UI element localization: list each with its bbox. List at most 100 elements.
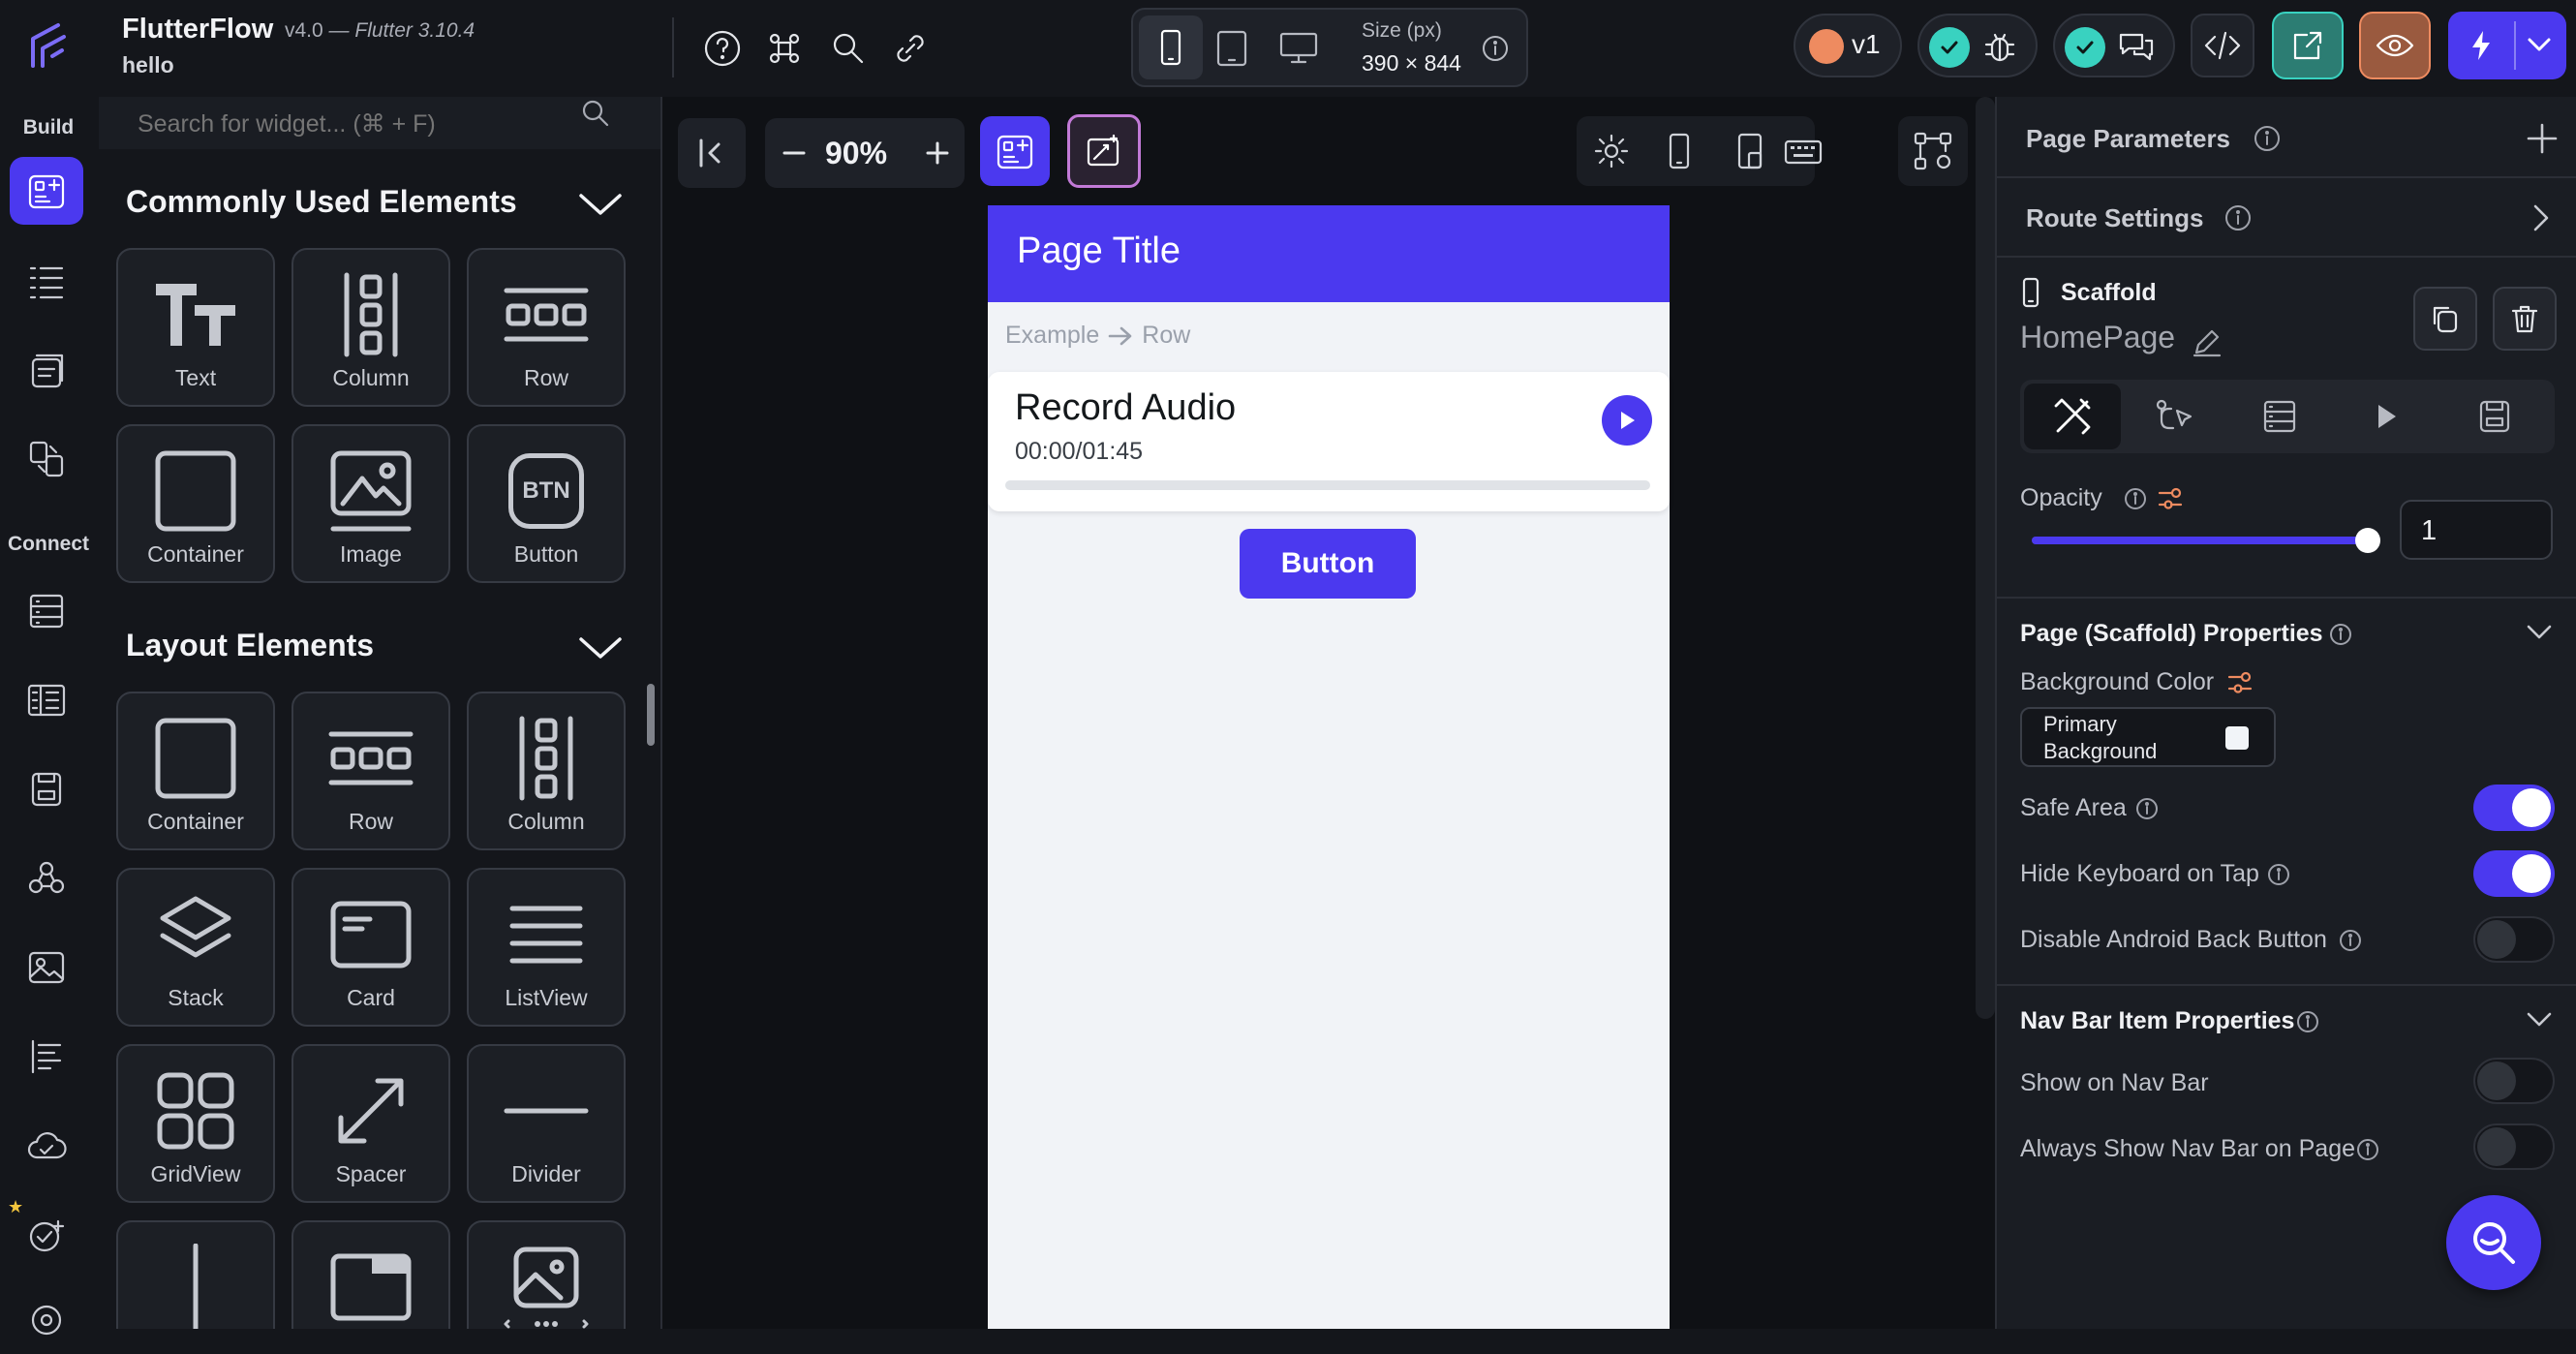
hide-keyboard-toggle[interactable]	[2473, 850, 2555, 897]
widget-tile-button[interactable]: BTN Button	[467, 424, 626, 583]
theme-icon[interactable]	[10, 1023, 83, 1091]
opacity-slider-thumb[interactable]	[2355, 528, 2380, 553]
settings-icon[interactable]	[10, 1286, 83, 1354]
info-icon[interactable]	[2295, 1009, 2320, 1034]
tab-actions[interactable]	[2154, 397, 2196, 438]
widget-tile-column[interactable]: Column	[467, 692, 626, 850]
play-button[interactable]	[1602, 395, 1652, 446]
widget-tile-row[interactable]: Row	[467, 248, 626, 407]
custom-files-icon[interactable]	[10, 755, 83, 823]
code-view-button[interactable]	[2191, 14, 2254, 77]
widget-tile-divider[interactable]: Divider	[467, 1044, 626, 1203]
tab-properties[interactable]	[2024, 384, 2121, 449]
version-button[interactable]: v1	[1794, 14, 1902, 77]
panel-scrollbar[interactable]	[647, 684, 655, 746]
audio-progress-bar[interactable]	[1005, 480, 1650, 490]
always-show-nav-toggle[interactable]	[2473, 1123, 2555, 1170]
info-icon[interactable]	[2123, 486, 2148, 511]
info-icon[interactable]	[2266, 862, 2291, 887]
chevron-down-icon[interactable]	[2526, 35, 2553, 54]
show-nav-toggle[interactable]	[2473, 1058, 2555, 1104]
integrations-icon[interactable]	[10, 845, 83, 912]
keyboard-icon[interactable]	[1784, 138, 1823, 167]
testing-icon[interactable]: ★	[8, 1197, 83, 1269]
widget-name[interactable]: HomePage	[2020, 320, 2175, 355]
widget-tile-carousel[interactable]	[467, 1220, 626, 1329]
app-state-icon[interactable]	[10, 666, 83, 734]
phone-preview-icon[interactable]	[1666, 132, 1693, 170]
audio-player-card[interactable]: Record Audio 00:00/01:45	[988, 372, 1670, 511]
tablet-device-button[interactable]	[1214, 29, 1249, 68]
open-external-button[interactable]	[2272, 12, 2344, 79]
desktop-device-button[interactable]	[1278, 31, 1319, 66]
info-icon[interactable]	[2355, 1137, 2380, 1162]
widget-tile-column[interactable]: Column	[291, 248, 450, 407]
info-icon[interactable]	[2134, 796, 2160, 821]
search-icon[interactable]	[829, 29, 868, 68]
zoom-in-icon[interactable]	[922, 138, 953, 169]
nav-bar-properties-title[interactable]: Nav Bar Item Properties	[2020, 1007, 2294, 1035]
debug-status-button[interactable]	[1917, 14, 2038, 77]
info-icon[interactable]	[2223, 203, 2253, 232]
zoom-out-icon[interactable]	[779, 138, 810, 169]
command-icon[interactable]	[765, 29, 804, 68]
add-widget-button[interactable]	[980, 116, 1050, 186]
add-icon[interactable]	[2526, 122, 2559, 155]
cloud-functions-icon[interactable]	[10, 1112, 83, 1180]
device-frame-icon[interactable]	[1735, 132, 1766, 170]
chevron-down-icon[interactable]	[577, 188, 624, 221]
tab-animations[interactable]	[2371, 399, 2402, 434]
widget-tile-container[interactable]: Container	[116, 692, 275, 850]
widget-tile-tabbar[interactable]	[291, 1220, 450, 1329]
widget-search-input[interactable]	[136, 99, 556, 149]
widget-tile-card[interactable]: Card	[291, 868, 450, 1027]
widget-tree-icon[interactable]	[10, 248, 83, 316]
page-parameters-title[interactable]: Page Parameters	[2026, 124, 2230, 154]
scaffold-properties-title[interactable]: Page (Scaffold) Properties	[2020, 620, 2323, 648]
comments-status-button[interactable]	[2053, 14, 2175, 77]
widget-tile-image[interactable]: Image	[291, 424, 450, 583]
zoom-level[interactable]: 90%	[825, 136, 887, 171]
storyboard-icon[interactable]	[10, 337, 83, 405]
light-mode-icon[interactable]	[1594, 134, 1629, 169]
chevron-down-icon[interactable]	[2524, 620, 2555, 645]
link-icon[interactable]	[889, 29, 932, 68]
opacity-slider[interactable]	[2032, 528, 2380, 553]
widget-tile-gridview[interactable]: GridView	[116, 1044, 275, 1203]
widget-tile-spacer[interactable]: Spacer	[291, 1044, 450, 1203]
help-icon[interactable]	[703, 29, 742, 68]
primary-button[interactable]: Button	[1240, 529, 1416, 599]
media-assets-icon[interactable]	[10, 934, 83, 1001]
duplicate-button[interactable]	[2413, 287, 2477, 351]
widget-tile-listview[interactable]: ListView	[467, 868, 626, 1027]
phone-device-button[interactable]	[1139, 15, 1203, 79]
run-button[interactable]	[2448, 12, 2566, 79]
chevron-down-icon[interactable]	[577, 631, 624, 664]
search-icon[interactable]	[579, 97, 612, 130]
safe-area-toggle[interactable]	[2473, 785, 2555, 831]
disable-back-toggle[interactable]	[2473, 916, 2555, 963]
widget-palette-icon[interactable]	[10, 157, 83, 225]
route-settings-title[interactable]: Route Settings	[2026, 203, 2203, 233]
database-icon[interactable]	[10, 577, 83, 645]
help-search-button[interactable]	[2446, 1195, 2541, 1290]
info-icon[interactable]	[2328, 622, 2353, 647]
canvas-scrollbar[interactable]	[1976, 97, 1995, 1019]
variable-icon[interactable]	[2156, 484, 2185, 513]
info-icon[interactable]	[1482, 35, 1509, 62]
chevron-right-icon[interactable]	[2528, 201, 2555, 234]
app-bar[interactable]: Page Title	[988, 205, 1670, 302]
tab-page-state[interactable]	[2475, 397, 2514, 436]
collapse-panel-button[interactable]	[678, 118, 746, 188]
project-name[interactable]: hello	[122, 52, 174, 78]
tab-backend-query[interactable]	[2260, 397, 2299, 436]
widget-tile-stack[interactable]: Stack	[116, 868, 275, 1027]
delete-button[interactable]	[2493, 287, 2557, 351]
variable-icon[interactable]	[2225, 668, 2254, 697]
background-color-picker[interactable]: Primary Background	[2020, 707, 2276, 767]
info-icon[interactable]	[2338, 928, 2363, 953]
canvas-settings-button[interactable]	[1898, 116, 1968, 186]
widget-tile-container[interactable]: Container	[116, 424, 275, 583]
chevron-down-icon[interactable]	[2524, 1007, 2555, 1032]
size-value[interactable]: 390 × 844	[1362, 50, 1461, 77]
